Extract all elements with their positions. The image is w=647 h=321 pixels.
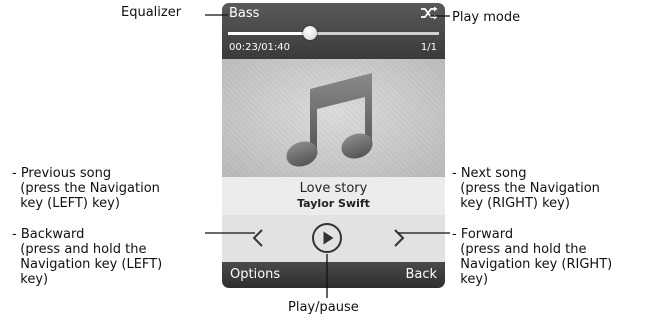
artist-name: Taylor Swift xyxy=(297,197,370,210)
music-note-icon xyxy=(286,73,373,167)
progress-knob[interactable] xyxy=(303,26,318,40)
play-pause-callout: Play/pause xyxy=(288,300,359,315)
progress-fill xyxy=(228,32,311,35)
previous-arrow-icon[interactable] xyxy=(252,228,264,248)
back-softkey[interactable]: Back xyxy=(405,267,437,282)
equalizer-value[interactable]: Bass xyxy=(229,6,259,21)
track-count: 1/1 xyxy=(420,42,437,53)
shuffle-icon[interactable] xyxy=(420,6,438,20)
song-title: Love story xyxy=(299,181,368,196)
elapsed-time: 00:23/01:40 xyxy=(229,42,291,53)
equalizer-callout: Equalizer xyxy=(121,5,182,20)
backward-callout: - Backward (press and hold the Navigatio… xyxy=(12,227,163,287)
player-top-bar: Bass 00:23/01:40 1/1 xyxy=(222,3,445,59)
track-info: Love story Taylor Swift xyxy=(222,177,445,215)
play-pause-button[interactable] xyxy=(311,222,343,254)
album-art xyxy=(222,59,445,177)
softkey-bar: Options Back xyxy=(222,262,445,288)
next-song-callout: - Next song (press the Navigation key (R… xyxy=(452,166,600,211)
previous-song-callout: - Previous song (press the Navigation ke… xyxy=(12,166,160,211)
play-mode-callout: Play mode xyxy=(452,10,521,25)
forward-callout: - Forward (press and hold the Navigation… xyxy=(452,227,613,287)
next-arrow-icon[interactable] xyxy=(393,228,405,248)
progress-track[interactable] xyxy=(228,32,439,35)
options-softkey[interactable]: Options xyxy=(230,267,280,282)
music-player-screen: Bass 00:23/01:40 1/1 Love story Taylor S… xyxy=(222,3,445,288)
playback-controls xyxy=(222,215,445,262)
